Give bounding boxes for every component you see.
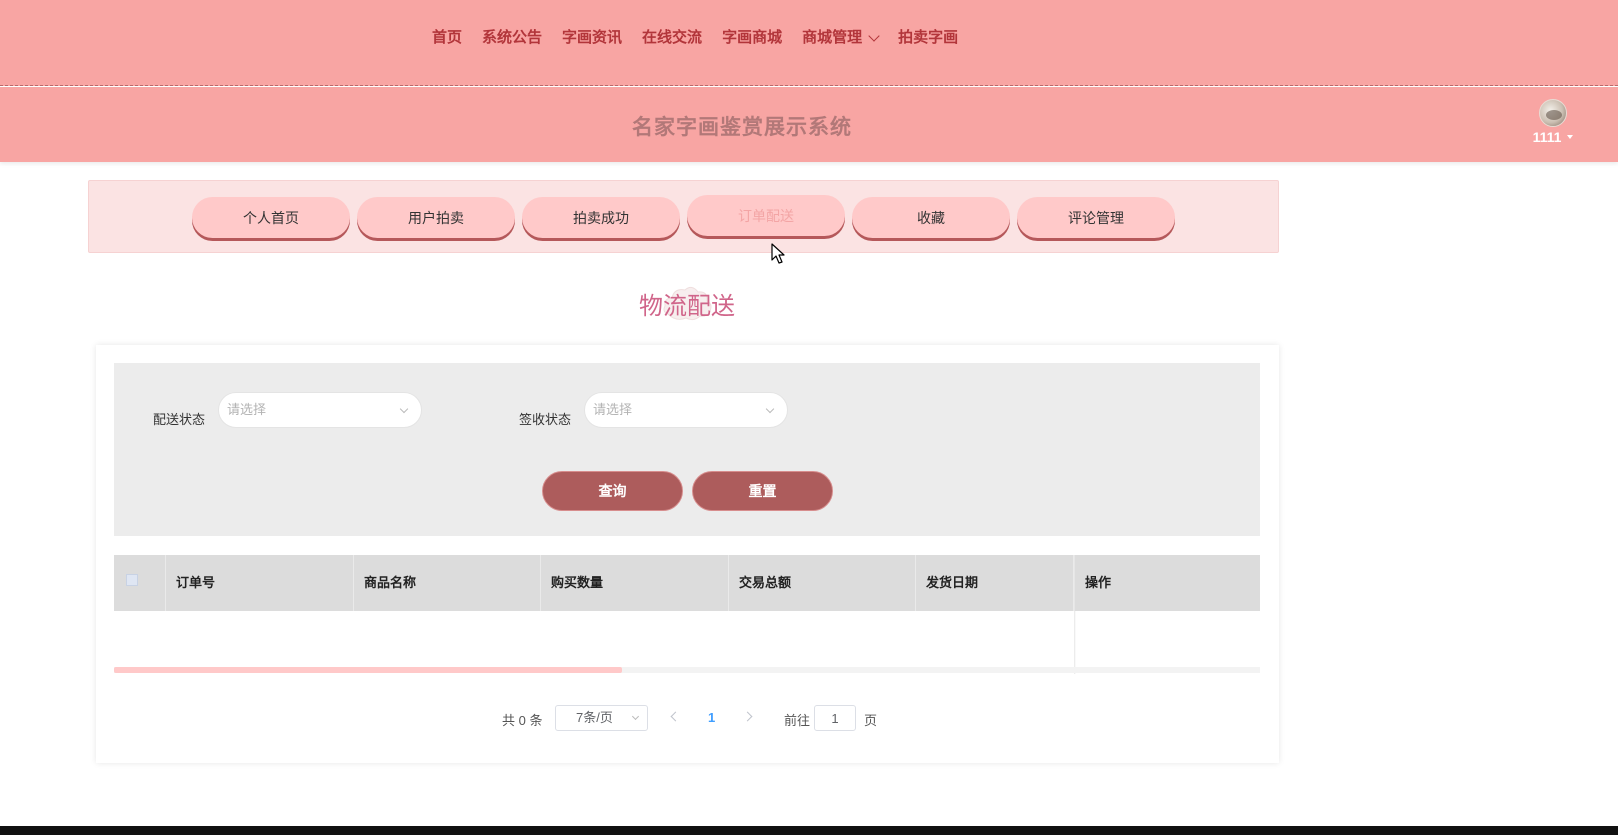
nav-item-home[interactable]: 首页: [422, 28, 472, 48]
goto-page-unit: 页: [864, 713, 878, 728]
pagination-total: 共 0 条: [502, 710, 543, 729]
receipt-status-select[interactable]: 请选择: [584, 392, 788, 428]
page-number-current[interactable]: 1: [708, 710, 715, 725]
column-actions: 操作: [1074, 555, 1260, 611]
delivery-status-select[interactable]: 请选择: [218, 392, 422, 428]
nav-item-news[interactable]: 字画资讯: [552, 28, 632, 48]
prev-page-icon[interactable]: [668, 709, 682, 725]
delivery-list-card: 配送状态 请选择 签收状态 请选择 查询 重置 订单号 商品名称 购买数量 交易…: [96, 345, 1279, 763]
nav-item-shop-management-label: 商城管理: [802, 29, 863, 46]
site-title: 名家字画鉴赏展示系统: [632, 116, 852, 139]
receipt-status-label: 签收状态: [519, 412, 572, 427]
column-quantity: 购买数量: [541, 555, 729, 611]
user-menu[interactable]: 1111: [1523, 99, 1583, 145]
fixed-column-divider: [1074, 611, 1076, 674]
tab-personal-home[interactable]: 个人首页: [192, 197, 350, 238]
nav-item-shop[interactable]: 字画商城: [712, 28, 792, 48]
tab-favorites[interactable]: 收藏: [852, 197, 1010, 238]
column-order-number: 订单号: [166, 555, 354, 611]
pagination: 共 0 条 7条/页 1 前往 页: [96, 705, 1279, 731]
delivery-status-placeholder: 请选择: [227, 402, 267, 417]
table-header: 订单号 商品名称 购买数量 交易总额 发货日期 操作: [114, 555, 1260, 611]
nav-item-forum[interactable]: 在线交流: [632, 28, 712, 48]
title-bar: 名家字画鉴赏展示系统 1111: [0, 87, 1618, 162]
tab-order-delivery[interactable]: 订单配送: [687, 195, 845, 236]
nav-item-announcements[interactable]: 系统公告: [472, 28, 552, 48]
reset-button[interactable]: 重置: [692, 471, 833, 511]
column-total-amount: 交易总额: [729, 555, 916, 611]
tab-auction-success[interactable]: 拍卖成功: [522, 197, 680, 238]
goto-label: 前往: [784, 713, 811, 728]
user-name[interactable]: 1111: [1523, 129, 1583, 145]
delivery-table: 订单号 商品名称 购买数量 交易总额 发货日期 操作: [114, 555, 1260, 674]
pagination-total-suffix: 条: [529, 713, 543, 728]
pagination-total-prefix: 共: [502, 713, 516, 728]
chevron-down-icon: [868, 30, 880, 42]
mouse-cursor-icon: [771, 243, 785, 264]
user-name-label: 1111: [1532, 129, 1562, 145]
chevron-down-icon: [765, 404, 775, 414]
chevron-down-icon: [399, 404, 409, 414]
page-size-value: 7条/页: [576, 710, 613, 725]
receipt-status-placeholder: 请选择: [593, 402, 633, 417]
chevron-down-icon: [631, 712, 640, 721]
query-button[interactable]: 查询: [542, 471, 683, 511]
avatar[interactable]: [1539, 99, 1567, 127]
nav-item-auction[interactable]: 拍卖字画: [888, 28, 968, 48]
page-title: 物流配送: [639, 293, 735, 320]
delivery-status-label: 配送状态: [153, 412, 206, 427]
horizontal-scrollbar-thumb[interactable]: [114, 667, 622, 673]
next-page-icon[interactable]: [742, 709, 756, 725]
pagination-total-count: 0: [518, 713, 526, 728]
select-all-cell: [114, 555, 166, 611]
select-all-checkbox[interactable]: [126, 574, 138, 586]
top-navigation: 首页 系统公告 字画资讯 在线交流 字画商城 商城管理 拍卖字画: [0, 0, 1618, 86]
column-product-name: 商品名称: [354, 555, 541, 611]
page-size-select[interactable]: 7条/页: [555, 705, 648, 731]
tab-comment-management[interactable]: 评论管理: [1017, 197, 1175, 238]
caret-down-icon: [1567, 135, 1574, 139]
filter-panel: 配送状态 请选择 签收状态 请选择 查询 重置: [114, 363, 1260, 536]
nav-item-shop-management[interactable]: 商城管理: [792, 28, 888, 48]
nav-menu: 首页 系统公告 字画资讯 在线交流 字画商城 商城管理 拍卖字画: [422, 28, 968, 48]
bottom-bar: [0, 826, 1618, 835]
column-ship-date: 发货日期: [916, 555, 1074, 611]
tab-user-auction[interactable]: 用户拍卖: [357, 197, 515, 238]
goto-page-input[interactable]: [814, 705, 856, 731]
center-tab-bar: 个人首页 用户拍卖 拍卖成功 订单配送 收藏 评论管理: [88, 180, 1279, 253]
